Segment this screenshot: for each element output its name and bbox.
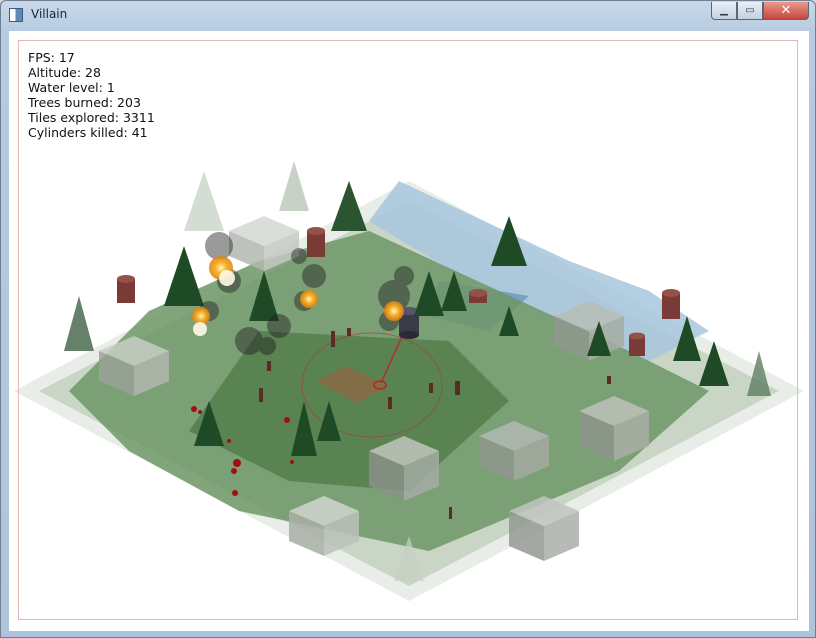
trees-burned-readout: Trees burned: 203: [28, 95, 141, 110]
close-icon: ✕: [780, 3, 792, 18]
game-viewport[interactable]: FPS: 17 Altitude: 28 Water level: 1 Tree…: [9, 31, 809, 631]
window-title: Villain: [31, 7, 68, 21]
app-icon: [9, 8, 23, 22]
close-button[interactable]: ✕: [763, 2, 809, 20]
window-controls: ▁ ▭ ✕: [711, 2, 809, 20]
maximize-button[interactable]: ▭: [737, 2, 763, 20]
tiles-explored-readout: Tiles explored: 3311: [28, 110, 155, 125]
stats-hud: FPS: 17 Altitude: 28 Water level: 1 Tree…: [28, 50, 155, 140]
fps-readout: FPS: 17: [28, 50, 75, 65]
title-bar[interactable]: Villain ▁ ▭ ✕: [1, 1, 815, 29]
minimize-icon: ▁: [720, 5, 728, 16]
water-level-readout: Water level: 1: [28, 80, 115, 95]
cylinders-killed-readout: Cylinders killed: 41: [28, 125, 148, 140]
maximize-icon: ▭: [745, 5, 755, 16]
app-window: Villain ▁ ▭ ✕ FPS: 17 Altitude: 28 Water…: [0, 0, 816, 638]
minimize-button[interactable]: ▁: [711, 2, 737, 20]
altitude-readout: Altitude: 28: [28, 65, 101, 80]
